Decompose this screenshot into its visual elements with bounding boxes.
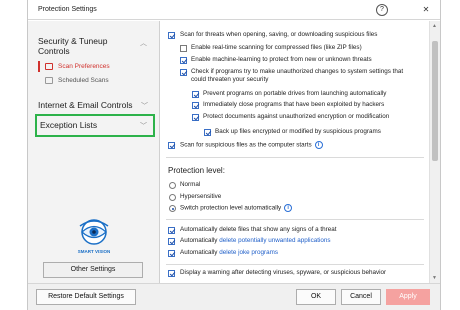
chevron-up-icon[interactable]: ︿ [140, 38, 147, 48]
scan-startup-label: Scan for suspicious files as the compute… [180, 141, 312, 149]
auto-delete-joke-checkbox[interactable] [168, 250, 175, 257]
footer: Restore Default Settings OK Cancel Apply [28, 283, 440, 310]
scan-startup-option: Scan for suspicious files as the compute… [180, 141, 323, 150]
display-warning-label: Display a warning after detecting viruse… [180, 269, 387, 276]
scroll-down-icon[interactable]: ▼ [432, 275, 437, 281]
backup-files-checkbox[interactable] [204, 129, 211, 136]
scan-startup-checkbox[interactable] [168, 142, 175, 149]
normal-radio[interactable] [169, 182, 176, 189]
vertical-scrollbar[interactable]: ▲ ▼ [429, 21, 440, 283]
close-icon[interactable]: ✕ [420, 4, 432, 16]
auto-delete-joke-prefix: Automatically [180, 249, 220, 256]
scan-preferences-panel: Scan for threats when opening, saving, o… [161, 21, 429, 283]
auto-delete-joke-label: Automatically delete joke programs [180, 249, 278, 257]
sidebar-item-label: Scan Preferences [58, 63, 110, 70]
potentially-unwanted-link[interactable]: delete potentially unwanted applications [219, 237, 330, 244]
info-icon[interactable]: i [314, 141, 323, 149]
scroll-up-icon[interactable]: ▲ [432, 23, 437, 29]
active-indicator [38, 61, 40, 72]
switch-auto-radio[interactable] [169, 205, 176, 212]
restore-defaults-button[interactable]: Restore Default Settings [36, 289, 136, 305]
nav-exception-lists: Exception Lists [40, 120, 98, 130]
protection-level-heading: Protection level: [168, 166, 225, 175]
prevent-portable-label: Prevent programs on portable drives from… [203, 90, 387, 97]
other-settings-button[interactable]: Other Settings [43, 262, 143, 278]
hypersensitive-radio[interactable] [169, 194, 176, 201]
auto-delete-pua-label: Automatically delete potentially unwante… [180, 237, 331, 245]
title-bar: Protection Settings ? ✕ [28, 0, 440, 20]
immediately-close-checkbox[interactable] [192, 102, 199, 109]
chevron-down-icon: ﹀ [140, 123, 147, 130]
auto-delete-threats-checkbox[interactable] [168, 227, 175, 234]
switch-auto-option: Switch protection level automatically i [180, 204, 293, 213]
nav-internet-email[interactable]: Internet & Email Controls [38, 100, 132, 110]
normal-label: Normal [180, 181, 201, 188]
machine-learning-checkbox[interactable] [180, 57, 187, 64]
nav-security-tuneup[interactable]: Security & Tuneup Controls [38, 36, 138, 56]
sidebar-item-scheduled-scans[interactable]: Scheduled Scans [38, 75, 158, 86]
protect-documents-label: Protect documents against unauthorized e… [203, 113, 390, 120]
scan-icon [45, 63, 53, 70]
smart-vision-logo: SMART VISION [78, 219, 111, 254]
realtime-compressed-checkbox[interactable] [180, 45, 187, 52]
calendar-icon [45, 77, 53, 84]
switch-auto-label: Switch protection level automatically [180, 204, 282, 212]
divider [166, 157, 424, 158]
exception-lists-highlight[interactable]: Exception Lists ﹀ [35, 114, 155, 137]
backup-files-label: Back up files encrypted or modified by s… [215, 128, 381, 135]
scan-threats-label: Scan for threats when opening, saving, o… [180, 31, 378, 38]
help-icon[interactable]: ? [376, 4, 388, 16]
sidebar: Security & Tuneup Controls ︿ Scan Prefer… [28, 21, 160, 283]
hypersensitive-label: Hypersensitive [180, 193, 222, 200]
window-title: Protection Settings [38, 6, 97, 13]
protection-settings-window: Protection Settings ? ✕ Security & Tuneu… [27, 0, 441, 310]
divider [166, 264, 424, 265]
sidebar-item-label: Scheduled Scans [58, 77, 109, 84]
prevent-portable-checkbox[interactable] [192, 91, 199, 98]
immediately-close-label: Immediately close programs that have bee… [203, 101, 385, 108]
cancel-button[interactable]: Cancel [341, 289, 381, 305]
auto-delete-pua-checkbox[interactable] [168, 238, 175, 245]
scroll-thumb[interactable] [432, 41, 438, 161]
sidebar-item-scan-preferences[interactable]: Scan Preferences [38, 61, 158, 72]
protect-documents-checkbox[interactable] [192, 114, 199, 121]
realtime-compressed-label: Enable real-time scanning for compressed… [191, 44, 362, 51]
check-programs-label-1: Check if programs try to make unauthoriz… [191, 68, 404, 75]
divider [166, 219, 424, 220]
joke-programs-link[interactable]: delete joke programs [219, 249, 278, 256]
scan-threats-checkbox[interactable] [168, 32, 175, 39]
machine-learning-label: Enable machine-learning to protect from … [191, 56, 372, 63]
info-icon[interactable]: i [284, 204, 293, 212]
display-warning-checkbox[interactable] [168, 270, 175, 277]
check-programs-checkbox[interactable] [180, 69, 187, 76]
chevron-down-icon[interactable]: ﹀ [141, 101, 148, 111]
ok-button[interactable]: OK [296, 289, 336, 305]
auto-delete-pua-prefix: Automatically [180, 237, 220, 244]
logo-text: SMART VISION [78, 249, 111, 254]
auto-delete-threats-label: Automatically delete files that show any… [180, 226, 337, 233]
check-programs-label-2: could threaten your security [191, 76, 269, 83]
apply-button[interactable]: Apply [386, 289, 430, 305]
